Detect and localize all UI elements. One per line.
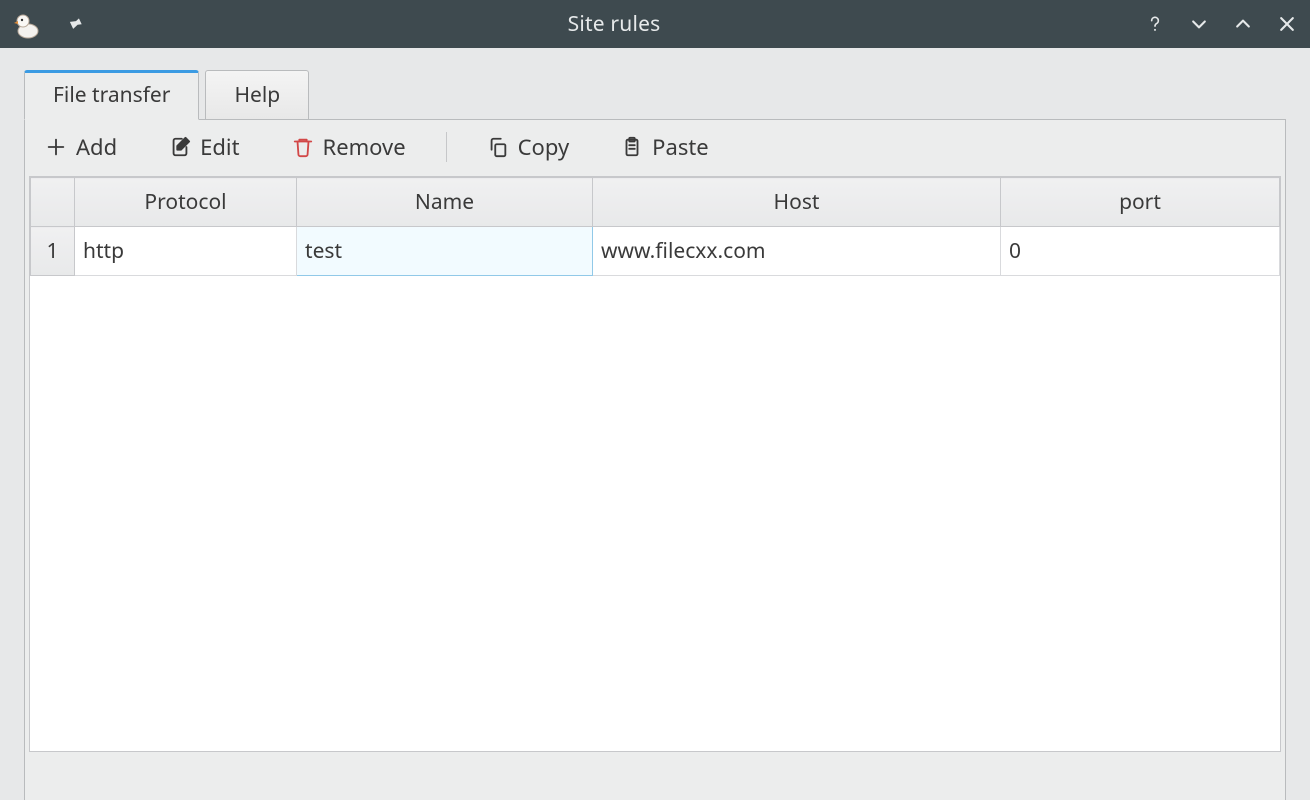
close-icon[interactable]	[1276, 13, 1298, 35]
copy-button[interactable]: Copy	[481, 130, 576, 164]
toolbar-separator	[446, 132, 447, 162]
table-row[interactable]: 1 http test www.filecxx.com 0	[31, 227, 1280, 276]
column-header-host[interactable]: Host	[593, 178, 1001, 227]
chevron-down-icon[interactable]	[1188, 13, 1210, 35]
copy-icon	[487, 136, 509, 158]
paste-button[interactable]: Paste	[615, 130, 715, 164]
titlebar-right-controls	[1144, 13, 1298, 35]
cell-protocol[interactable]: http	[75, 227, 297, 276]
window-titlebar: Site rules	[0, 0, 1310, 48]
tab-strip: File transfer Help	[24, 70, 1286, 119]
pin-icon[interactable]	[62, 13, 84, 35]
paste-label: Paste	[652, 132, 709, 162]
column-header-port[interactable]: port	[1001, 178, 1280, 227]
window-title: Site rules	[84, 10, 1144, 38]
app-duck-icon	[12, 8, 44, 40]
plus-icon	[45, 136, 67, 158]
row-number-cell[interactable]: 1	[31, 227, 75, 276]
toolbar: Add Edit Remove	[25, 120, 1285, 176]
add-label: Add	[76, 132, 117, 162]
cell-name[interactable]: test	[297, 227, 593, 276]
edit-label: Edit	[200, 132, 239, 162]
table-header-row: Protocol Name Host port	[31, 178, 1280, 227]
column-header-name[interactable]: Name	[297, 178, 593, 227]
rules-table-container: Protocol Name Host port 1 http test www.…	[29, 176, 1281, 752]
tab-panel-file-transfer: Add Edit Remove	[24, 119, 1286, 800]
titlebar-left-icons	[12, 8, 84, 40]
tab-help[interactable]: Help	[205, 70, 309, 119]
edit-icon	[169, 136, 191, 158]
help-icon[interactable]	[1144, 13, 1166, 35]
chevron-up-icon[interactable]	[1232, 13, 1254, 35]
rules-table: Protocol Name Host port 1 http test www.…	[30, 177, 1280, 276]
remove-button[interactable]: Remove	[286, 130, 412, 164]
column-header-protocol[interactable]: Protocol	[75, 178, 297, 227]
window-body: File transfer Help Add Edit	[0, 48, 1310, 800]
copy-label: Copy	[518, 132, 570, 162]
edit-button[interactable]: Edit	[163, 130, 245, 164]
remove-label: Remove	[323, 132, 406, 162]
cell-host[interactable]: www.filecxx.com	[593, 227, 1001, 276]
cell-port[interactable]: 0	[1001, 227, 1280, 276]
add-button[interactable]: Add	[39, 130, 123, 164]
column-header-rownum[interactable]	[31, 178, 75, 227]
tab-file-transfer[interactable]: File transfer	[24, 70, 199, 120]
trash-icon	[292, 136, 314, 158]
paste-icon	[621, 136, 643, 158]
